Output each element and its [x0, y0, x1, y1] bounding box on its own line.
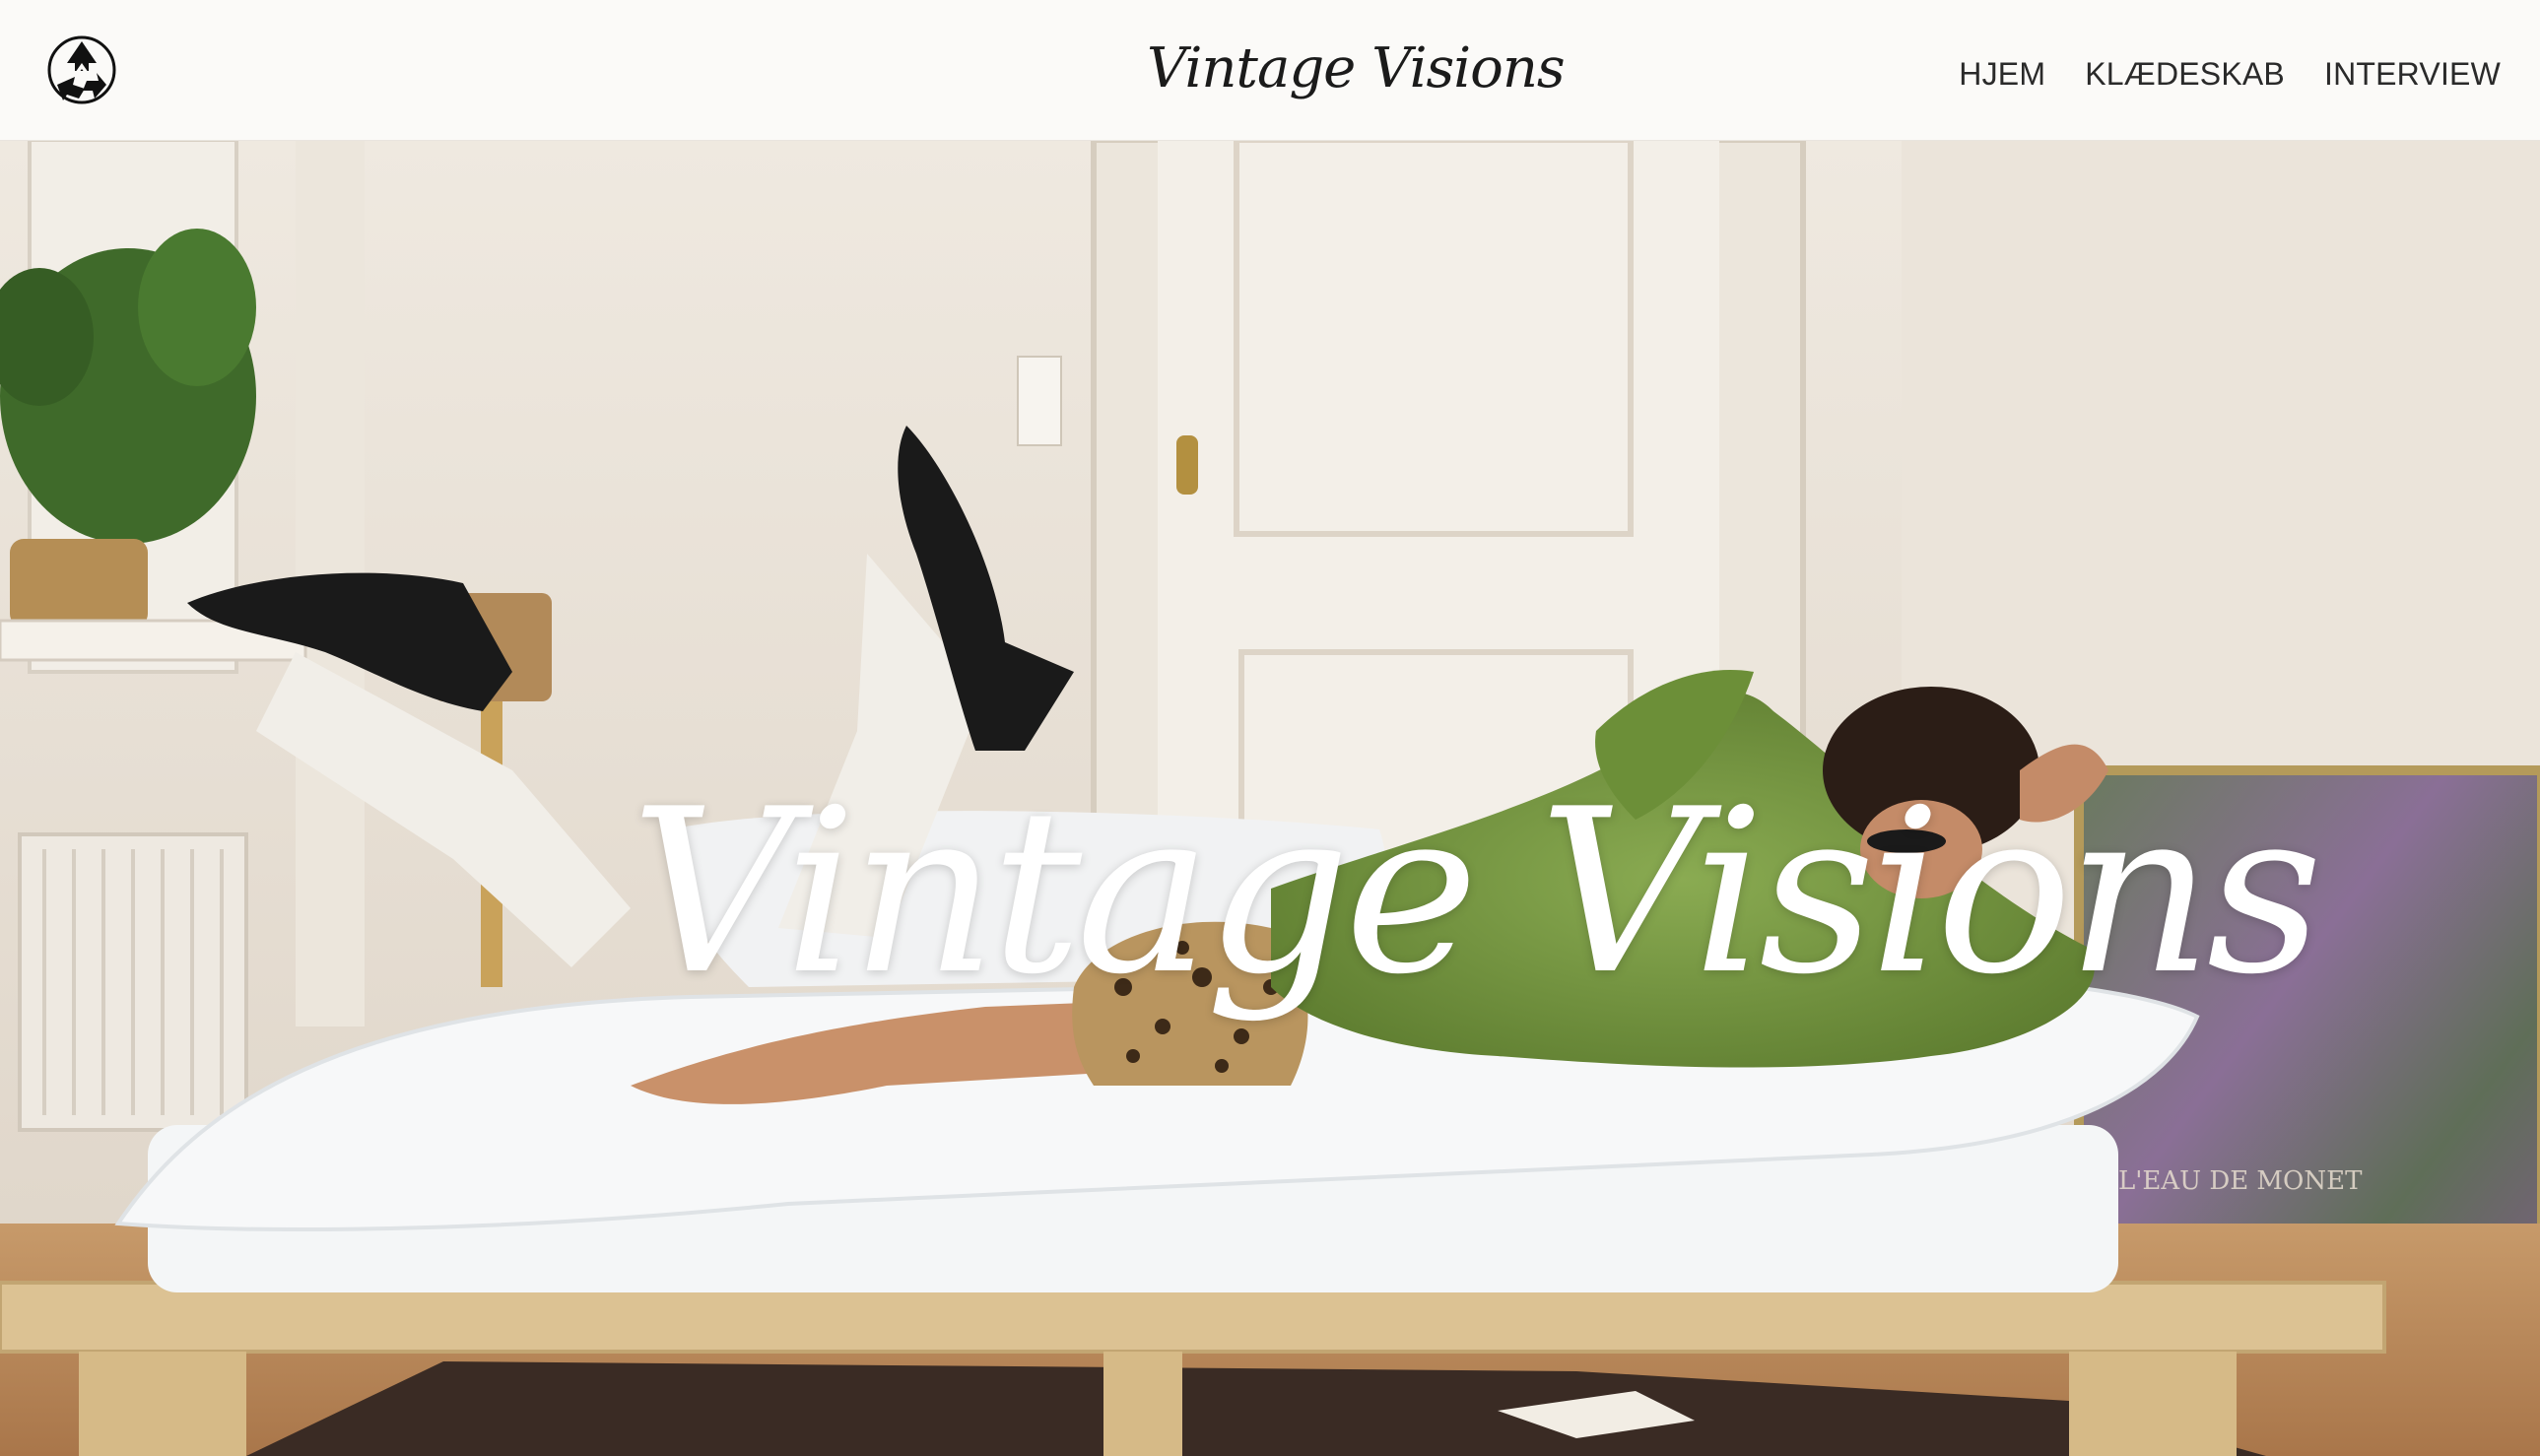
- plant-pot: [10, 539, 148, 628]
- main-nav: HJEM KLÆDESKAB INTERVIEW: [1959, 49, 2501, 99]
- nav-item-interview[interactable]: INTERVIEW: [2324, 56, 2501, 93]
- site-header: Vintage Visions HJEM KLÆDESKAB INTERVIEW: [0, 0, 2540, 141]
- bed-leg-mid: [1103, 1352, 1182, 1456]
- logo-link[interactable]: [45, 33, 118, 106]
- poster-caption: L'EAU DE MONET: [2118, 1166, 2363, 1196]
- recycle-arrows-icon: [47, 35, 116, 104]
- hero-title: Vintage Visions: [631, 761, 2323, 1025]
- nav-item-hjem[interactable]: HJEM: [1959, 56, 2045, 93]
- door-handle: [1176, 435, 1198, 495]
- light-switch: [1017, 356, 1062, 446]
- bed-leg-right: [2069, 1352, 2237, 1456]
- bed-leg-left: [79, 1352, 246, 1456]
- hero-section: L'EAU DE MONET Vintage Visions: [0, 140, 2540, 1456]
- plant-leaf: [138, 229, 256, 386]
- nav-item-klaedeskab[interactable]: KLÆDESKAB: [2085, 56, 2285, 93]
- page: Vintage Visions HJEM KLÆDESKAB INTERVIEW: [0, 0, 2540, 1456]
- header-brand-logo[interactable]: Vintage Visions: [1147, 22, 1566, 120]
- bed-frame: [0, 1281, 2386, 1354]
